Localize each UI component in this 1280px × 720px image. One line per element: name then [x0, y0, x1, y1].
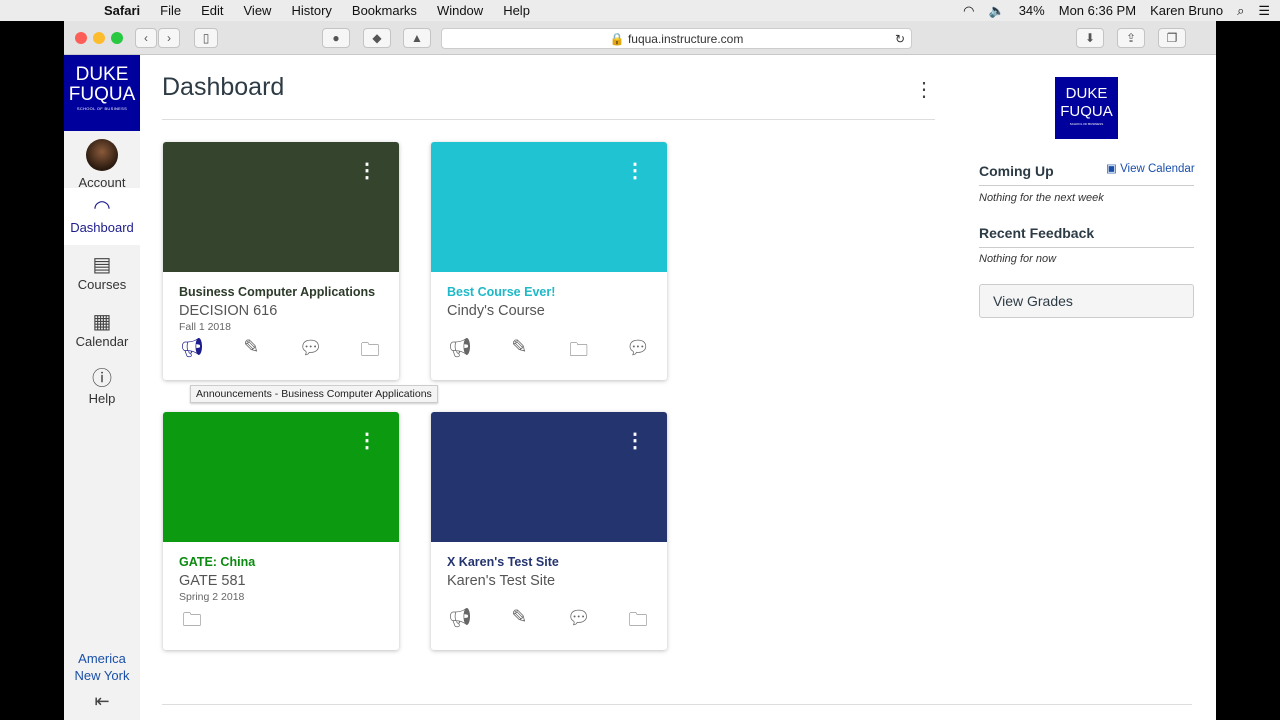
files-icon[interactable]: 🗀: [566, 336, 592, 368]
menu-bookmarks[interactable]: Bookmarks: [352, 3, 417, 18]
course-card[interactable]: ⋮ Business Computer Applications DECISIO…: [163, 142, 399, 380]
back-button[interactable]: ‹: [135, 28, 157, 48]
nav-help[interactable]: ⓘ Help: [64, 359, 140, 416]
menu-window[interactable]: Window: [437, 3, 483, 18]
recent-feedback-heading: Recent Feedback: [979, 225, 1194, 248]
course-card[interactable]: ⋮ X Karen's Test Site Karen's Test Site …: [431, 412, 667, 650]
courses-icon: ▤: [92, 254, 112, 276]
view-calendar-label: View Calendar: [1120, 163, 1195, 175]
assignments-icon[interactable]: ✎: [506, 336, 532, 368]
dashboard-options-icon[interactable]: ⋮: [914, 77, 934, 102]
nav-label: Calendar: [75, 334, 129, 349]
discussions-icon[interactable]: 💬︎: [298, 336, 324, 368]
divider: [162, 119, 935, 120]
view-calendar-link[interactable]: ▣ View Calendar: [1106, 161, 1195, 175]
card-code: Cindy's Course: [447, 303, 545, 319]
dashboard-icon: ◠: [93, 197, 111, 219]
divider: [162, 704, 1192, 705]
card-name[interactable]: X Karen's Test Site: [447, 555, 651, 569]
card-options-icon[interactable]: ⋮: [625, 428, 645, 453]
zoom-window-button[interactable]: [111, 32, 123, 44]
menu-app[interactable]: Safari: [104, 3, 140, 18]
nav-calendar[interactable]: ▦ Calendar: [64, 302, 140, 359]
card-code: DECISION 616: [179, 303, 278, 319]
card-name[interactable]: GATE: China: [179, 555, 383, 569]
announcements-icon[interactable]: 📢︎: [447, 336, 473, 368]
coming-up-empty: Nothing for the next week: [979, 192, 1104, 204]
menu-edit[interactable]: Edit: [201, 3, 223, 18]
nav-courses[interactable]: ▤ Courses: [64, 245, 140, 302]
view-grades-button[interactable]: View Grades: [979, 284, 1194, 318]
course-card[interactable]: ⋮ Best Course Ever! Cindy's Course 📢︎ ✎ 🗀 💬…: [431, 142, 667, 380]
sidebar-toggle-icon[interactable]: ▯: [194, 28, 218, 48]
menu-help[interactable]: Help: [503, 3, 530, 18]
card-name[interactable]: Best Course Ever!: [447, 285, 651, 299]
files-icon[interactable]: 🗀: [357, 336, 383, 368]
menu-view[interactable]: View: [244, 3, 272, 18]
card-header[interactable]: ⋮: [163, 412, 399, 542]
card-name[interactable]: Business Computer Applications: [179, 285, 383, 299]
calendar-icon: ▣: [1106, 163, 1121, 175]
calendar-icon: ▦: [92, 311, 112, 333]
menu-history[interactable]: History: [291, 3, 331, 18]
nav-account[interactable]: Account: [64, 131, 140, 190]
assignments-icon[interactable]: ✎: [506, 606, 532, 638]
global-nav: DUKE FUQUA SCHOOL OF BUSINESS Account ◠ Das…: [64, 55, 140, 720]
timezone-link[interactable]: America New York: [64, 650, 140, 684]
card-options-icon[interactable]: ⋮: [357, 428, 377, 453]
evernote-icon[interactable]: ◆: [363, 28, 391, 48]
files-icon[interactable]: 🗀: [179, 606, 205, 638]
card-code: GATE 581: [179, 573, 246, 589]
card-header[interactable]: ⋮: [431, 142, 667, 272]
course-card[interactable]: ⋮ GATE: China GATE 581 Spring 2 2018 🗀: [163, 412, 399, 650]
nav-label: Help: [88, 391, 116, 406]
tabs-icon[interactable]: ❐: [1158, 28, 1186, 48]
clock[interactable]: Mon 6:36 PM: [1059, 3, 1136, 18]
card-term: Spring 2 2018: [179, 591, 245, 603]
announcements-icon[interactable]: 📢︎: [447, 606, 473, 638]
forward-button[interactable]: ›: [158, 28, 180, 48]
nav-label: Courses: [77, 277, 127, 292]
discussions-icon[interactable]: 💬︎: [566, 606, 592, 638]
url-text: fuqua.instructure.com: [627, 32, 744, 46]
wifi-icon[interactable]: ◠: [963, 3, 974, 19]
reload-icon[interactable]: ↻: [895, 29, 905, 49]
menu-file[interactable]: File: [160, 3, 181, 18]
assignments-icon[interactable]: ✎: [238, 336, 264, 368]
share-icon[interactable]: ⇪: [1117, 28, 1145, 48]
card-code: Karen's Test Site: [447, 573, 556, 589]
tooltip: Announcements - Business Computer Applic…: [190, 385, 438, 403]
user-name[interactable]: Karen Bruno: [1150, 3, 1223, 18]
volume-icon[interactable]: 🔈: [989, 3, 1005, 19]
mac-menubar: Safari File Edit View History Bookmarks …: [0, 0, 1280, 21]
warning-icon[interactable]: ▲: [403, 28, 431, 48]
adblock-icon[interactable]: ●: [322, 28, 350, 48]
card-options-icon[interactable]: ⋮: [625, 158, 645, 183]
card-options-icon[interactable]: ⋮: [357, 158, 377, 183]
duke-fuqua-logo[interactable]: DUKE FUQUA SCHOOL OF BUSINESS: [64, 55, 140, 131]
address-bar[interactable]: 🔒 fuqua.instructure.com ↻: [441, 28, 912, 49]
list-icon[interactable]: ☰: [1258, 3, 1270, 19]
browser-toolbar: ‹ › ▯ ● ◆ ▲ 🔒 fuqua.instructure.com ↻ ⬇ ⇪…: [64, 21, 1216, 55]
close-window-button[interactable]: [75, 32, 87, 44]
help-icon: ⓘ: [92, 368, 112, 390]
nav-dashboard[interactable]: ◠ Dashboard: [64, 188, 140, 245]
discussions-icon[interactable]: 💬︎: [625, 336, 651, 368]
avatar: [86, 139, 118, 171]
feedback-empty: Nothing for now: [979, 253, 1057, 265]
page-title: Dashboard: [162, 73, 285, 101]
minimize-window-button[interactable]: [93, 32, 105, 44]
card-header[interactable]: ⋮: [163, 142, 399, 272]
school-logo: DUKE FUQUA SCHOOL OF BUSINESS: [1055, 77, 1118, 139]
files-icon[interactable]: 🗀: [625, 606, 651, 638]
announcements-icon[interactable]: 📢︎: [179, 336, 205, 368]
collapse-nav-icon[interactable]: ⇤: [64, 691, 140, 712]
card-term: Fall 1 2018: [179, 321, 231, 333]
search-icon[interactable]: ⌕: [1237, 3, 1244, 19]
card-header[interactable]: ⋮: [431, 412, 667, 542]
battery-percent[interactable]: 34%: [1019, 3, 1045, 18]
nav-label: Dashboard: [70, 220, 134, 235]
downloads-icon[interactable]: ⬇: [1076, 28, 1104, 48]
